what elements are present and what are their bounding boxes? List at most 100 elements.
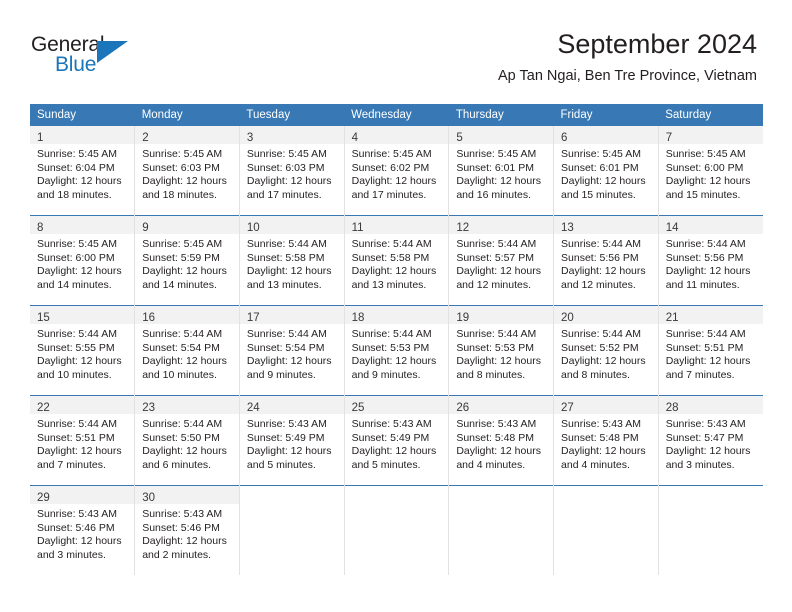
calendar-day-cell[interactable]: 12 Sunrise: 5:44 AM Sunset: 5:57 PM Dayligh…	[448, 215, 555, 306]
daylight-text-line2: and 15 minutes.	[665, 188, 741, 201]
calendar-day-cell[interactable]: 9 Sunrise: 5:45 AM Sunset: 5:59 PM Daylight…	[134, 215, 240, 306]
calendar-day-cell[interactable]: 25 Sunrise: 5:43 AM Sunset: 5:49 PM Dayligh…	[344, 395, 450, 486]
sunset-text: Sunset: 6:01 PM	[456, 161, 534, 174]
logo-triangle-icon	[97, 41, 128, 63]
day-number: 14	[665, 222, 679, 234]
calendar-day-cell[interactable]: 20 Sunrise: 5:44 AM Sunset: 5:52 PM Dayligh…	[553, 305, 659, 396]
sunrise-text: Sunrise: 5:45 AM	[142, 148, 223, 160]
day-number-band: 4	[344, 126, 449, 144]
sunrise-text: Sunrise: 5:45 AM	[351, 148, 432, 160]
calendar-day-cell[interactable]: 15 Sunrise: 5:44 AM Sunset: 5:55 PM Dayligh…	[30, 305, 136, 396]
day-number-band: 15	[30, 306, 135, 324]
day-number-band	[240, 486, 344, 504]
day-cell-details	[345, 504, 449, 508]
daylight-text-line1: Daylight: 12 hours	[37, 175, 122, 188]
daylight-text-line2: and 7 minutes.	[665, 368, 735, 381]
day-cell-details	[240, 504, 344, 508]
day-number-band: 22	[30, 396, 135, 414]
calendar-day-cell[interactable]: 14 Sunrise: 5:44 AM Sunset: 5:56 PM Dayligh…	[658, 216, 763, 306]
day-number: 19	[456, 312, 470, 324]
sunrise-text: Sunrise: 5:45 AM	[561, 148, 641, 160]
sunset-text: Sunset: 5:59 PM	[142, 251, 220, 264]
calendar-day-cell[interactable]: 30 Sunrise: 5:43 AM Sunset: 5:46 PM Dayligh…	[134, 485, 240, 575]
sunrise-text: Sunrise: 5:44 AM	[665, 238, 746, 250]
day-number-band: 26	[449, 396, 554, 414]
sunset-text: Sunset: 5:50 PM	[142, 431, 220, 444]
day-number: 30	[142, 492, 155, 504]
day-number-band: 25	[344, 396, 449, 414]
calendar-day-cell[interactable]: 3 Sunrise: 5:45 AM Sunset: 6:03 PM Daylight…	[239, 126, 345, 216]
day-number: 24	[246, 402, 260, 414]
sunset-text: Sunset: 5:54 PM	[142, 341, 220, 354]
calendar-day-cell[interactable]: 8 Sunrise: 5:45 AM Sunset: 6:00 PM Daylight…	[30, 215, 136, 306]
day-cell-details: Sunrise: 5:44 AM Sunset: 5:56 PM Daylight:…	[659, 234, 763, 292]
calendar-day-cell[interactable]: 17 Sunrise: 5:44 AM Sunset: 5:54 PM Dayligh…	[239, 305, 345, 396]
daylight-text-line2: and 16 minutes.	[456, 188, 532, 201]
calendar-day-cell[interactable]: 22 Sunrise: 5:44 AM Sunset: 5:51 PM Dayligh…	[30, 395, 136, 486]
day-number-band	[345, 486, 449, 504]
sunset-text: Sunset: 6:02 PM	[351, 161, 430, 174]
daylight-text-line2: and 5 minutes.	[351, 458, 421, 471]
sunset-text: Sunset: 5:57 PM	[456, 251, 534, 264]
daylight-text-line1: Daylight: 12 hours	[561, 445, 646, 458]
calendar-day-cell[interactable]: 16 Sunrise: 5:44 AM Sunset: 5:54 PM Dayligh…	[134, 305, 240, 396]
day-cell-details: Sunrise: 5:44 AM Sunset: 5:52 PM Daylight:…	[554, 324, 658, 382]
daylight-text-line1: Daylight: 12 hours	[142, 355, 227, 368]
daylight-text-line2: and 17 minutes.	[246, 188, 322, 201]
day-cell-details: Sunrise: 5:45 AM Sunset: 6:01 PM Daylight:…	[554, 144, 658, 202]
calendar-day-cell-empty	[239, 485, 345, 575]
day-cell-details: Sunrise: 5:43 AM Sunset: 5:48 PM Daylight:…	[449, 414, 553, 472]
daylight-text-line2: and 15 minutes.	[561, 188, 636, 201]
day-cell-details	[659, 504, 763, 508]
sunset-text: Sunset: 5:53 PM	[351, 341, 430, 354]
calendar-day-cell[interactable]: 19 Sunrise: 5:44 AM Sunset: 5:53 PM Dayligh…	[448, 305, 555, 396]
calendar-day-cell[interactable]: 21 Sunrise: 5:44 AM Sunset: 5:51 PM Dayligh…	[658, 306, 763, 396]
daylight-text-line1: Daylight: 12 hours	[351, 175, 437, 188]
sunrise-text: Sunrise: 5:45 AM	[665, 148, 746, 160]
daylight-text-line1: Daylight: 12 hours	[351, 265, 437, 278]
calendar-day-cell[interactable]: 7 Sunrise: 5:45 AM Sunset: 6:00 PM Daylight…	[658, 126, 763, 216]
daylight-text-line1: Daylight: 12 hours	[665, 265, 751, 278]
day-number: 28	[665, 402, 679, 414]
calendar-day-cell[interactable]: 28 Sunrise: 5:43 AM Sunset: 5:47 PM Dayligh…	[658, 396, 763, 486]
daylight-text-line2: and 9 minutes.	[351, 368, 421, 381]
sunrise-text: Sunrise: 5:45 AM	[456, 148, 537, 160]
calendar-day-cell[interactable]: 13 Sunrise: 5:44 AM Sunset: 5:56 PM Dayligh…	[553, 215, 659, 306]
sunset-text: Sunset: 5:51 PM	[37, 431, 115, 444]
column-header-monday: Monday	[134, 104, 240, 126]
column-header-friday: Friday	[553, 104, 659, 126]
calendar-week-row: 1 Sunrise: 5:45 AM Sunset: 6:04 PM Daylight…	[30, 126, 763, 216]
daylight-text-line1: Daylight: 12 hours	[142, 445, 227, 458]
sunset-text: Sunset: 5:47 PM	[665, 431, 744, 444]
calendar-day-cell[interactable]: 23 Sunrise: 5:44 AM Sunset: 5:50 PM Dayligh…	[134, 395, 240, 486]
general-blue-logo[interactable]: General Blue	[31, 33, 141, 81]
sunset-text: Sunset: 5:52 PM	[561, 341, 639, 354]
calendar-day-cell[interactable]: 5 Sunrise: 5:45 AM Sunset: 6:01 PM Daylight…	[448, 126, 555, 216]
calendar-day-cell[interactable]: 11 Sunrise: 5:44 AM Sunset: 5:58 PM Dayligh…	[344, 215, 450, 306]
calendar-day-cell[interactable]: 29 Sunrise: 5:43 AM Sunset: 5:46 PM Dayligh…	[30, 485, 136, 575]
sunrise-text: Sunrise: 5:44 AM	[561, 238, 641, 250]
calendar-day-cell[interactable]: 26 Sunrise: 5:43 AM Sunset: 5:48 PM Dayligh…	[448, 395, 555, 486]
day-number: 2	[142, 132, 149, 144]
day-number: 7	[665, 132, 673, 144]
daylight-text-line1: Daylight: 12 hours	[456, 445, 541, 458]
day-number-band: 1	[30, 126, 135, 144]
calendar-day-cell[interactable]: 4 Sunrise: 5:45 AM Sunset: 6:02 PM Daylight…	[344, 126, 450, 216]
daylight-text-line2: and 18 minutes.	[37, 188, 112, 201]
sunrise-text: Sunrise: 5:44 AM	[561, 328, 641, 340]
calendar-day-cell[interactable]: 10 Sunrise: 5:44 AM Sunset: 5:58 PM Dayligh…	[239, 215, 345, 306]
calendar-day-cell[interactable]: 18 Sunrise: 5:44 AM Sunset: 5:53 PM Dayligh…	[344, 305, 450, 396]
calendar-day-cell[interactable]: 27 Sunrise: 5:43 AM Sunset: 5:48 PM Dayligh…	[553, 395, 659, 486]
day-number-band	[554, 486, 658, 504]
calendar-day-cell[interactable]: 2 Sunrise: 5:45 AM Sunset: 6:03 PM Daylight…	[134, 126, 240, 216]
sunrise-text: Sunrise: 5:43 AM	[37, 508, 117, 520]
calendar-day-cell[interactable]: 1 Sunrise: 5:45 AM Sunset: 6:04 PM Daylight…	[30, 126, 136, 216]
day-cell-details: Sunrise: 5:44 AM Sunset: 5:56 PM Daylight:…	[554, 234, 658, 292]
daylight-text-line1: Daylight: 12 hours	[456, 355, 541, 368]
calendar-day-cell[interactable]: 24 Sunrise: 5:43 AM Sunset: 5:49 PM Dayligh…	[239, 395, 345, 486]
day-number: 1	[37, 132, 44, 144]
day-number: 9	[142, 222, 149, 234]
day-cell-details: Sunrise: 5:43 AM Sunset: 5:48 PM Daylight:…	[554, 414, 658, 472]
calendar-day-cell-empty	[344, 485, 450, 575]
calendar-day-cell[interactable]: 6 Sunrise: 5:45 AM Sunset: 6:01 PM Daylight…	[553, 126, 659, 216]
